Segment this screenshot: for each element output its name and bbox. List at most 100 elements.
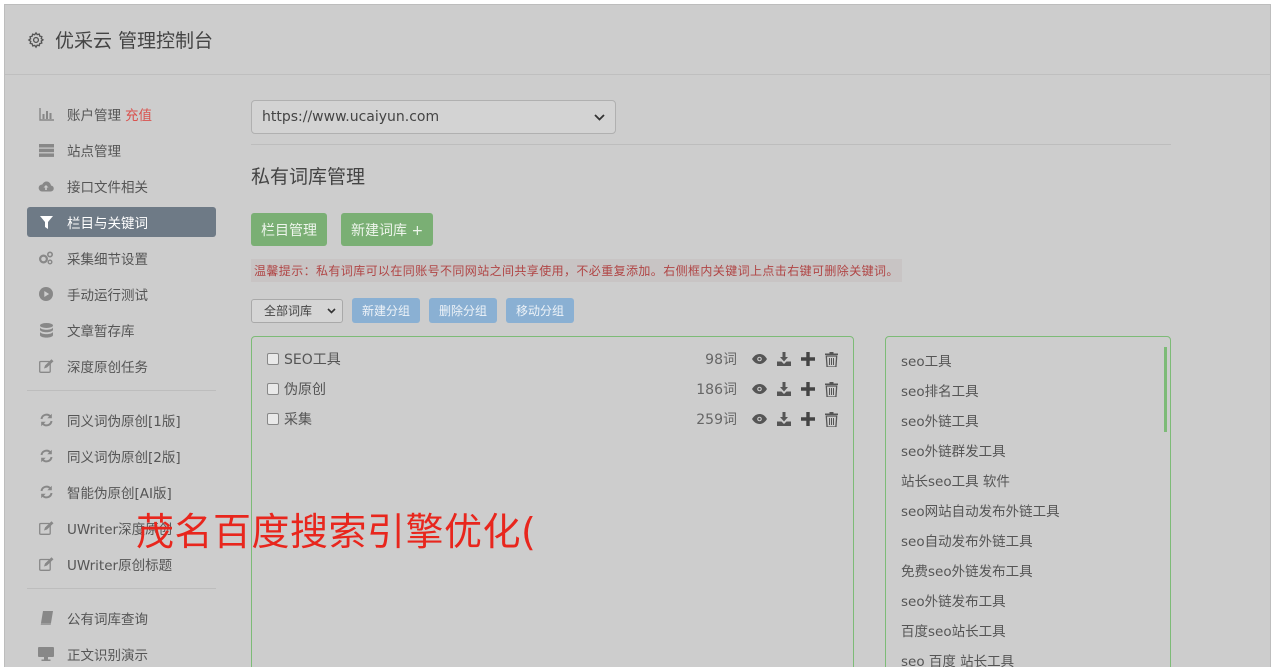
cloud-upload-icon <box>38 178 54 194</box>
app-frame: 优采云 管理控制台 账户管理 充值 站点管理 接口文件相关 栏目与关键词 采集细… <box>4 4 1271 667</box>
trash-icon[interactable] <box>824 411 839 427</box>
library-checkbox[interactable] <box>267 413 279 425</box>
sidebar-divider <box>27 390 216 391</box>
keyword-item[interactable]: seo自动发布外链工具 <box>901 531 1060 561</box>
sidebar-item-label: 同义词伪原创[1版] <box>67 414 181 430</box>
keyword-item[interactable]: 站长seo工具 软件 <box>901 471 1060 501</box>
eye-icon[interactable] <box>752 382 767 397</box>
download-icon[interactable] <box>776 382 791 397</box>
edit-icon <box>38 358 54 374</box>
keyword-list-panel: seo工具 seo排名工具 seo外链工具 seo外链群发工具 站长seo工具 … <box>885 336 1171 667</box>
new-library-button[interactable]: 新建词库 + <box>341 213 434 246</box>
sidebar-item-synonym-v1[interactable]: 同义词伪原创[1版] <box>27 405 216 435</box>
sidebar-item-interface-files[interactable]: 接口文件相关 <box>27 171 216 201</box>
library-row[interactable]: 伪原创 186词 <box>267 379 839 399</box>
tip-text: 温馨提示：私有词库可以在同账号不同网站之间共享使用，不必重复添加。右侧框内关键词… <box>251 259 902 282</box>
group-toolbar: 全部词库 新建分组 删除分组 移动分组 <box>251 298 1171 323</box>
library-group-select-value: 全部词库 <box>264 304 313 318</box>
server-icon <box>38 142 54 158</box>
plus-icon[interactable] <box>800 412 815 427</box>
sidebar-item-text-recognition[interactable]: 正文识别演示 <box>27 639 216 667</box>
refresh-icon <box>38 448 54 464</box>
column-manage-button[interactable]: 栏目管理 <box>251 213 327 246</box>
keyword-item[interactable]: seo 百度 站长工具 <box>901 651 1060 667</box>
cogs-icon <box>38 250 54 266</box>
sidebar-item-synonym-v2[interactable]: 同义词伪原创[2版] <box>27 441 216 471</box>
keyword-item[interactable]: seo网站自动发布外链工具 <box>901 501 1060 531</box>
library-group-select[interactable]: 全部词库 <box>251 298 343 323</box>
sidebar-item-label: 文章暂存库 <box>67 324 135 340</box>
keyword-item[interactable]: seo外链群发工具 <box>901 441 1060 471</box>
site-select-value: https://www.ucaiyun.com <box>262 109 440 125</box>
sidebar-item-label: 采集细节设置 <box>67 252 148 268</box>
sidebar-item-label: 手动运行测试 <box>67 288 148 304</box>
move-group-button[interactable]: 移动分组 <box>506 298 575 323</box>
sidebar-item-label: 栏目与关键词 <box>67 216 148 232</box>
sidebar-item-deep-original[interactable]: 深度原创任务 <box>27 351 216 381</box>
play-circle-icon <box>38 286 54 302</box>
sidebar-item-label: 公有词库查询 <box>67 612 148 628</box>
sidebar: 账户管理 充值 站点管理 接口文件相关 栏目与关键词 采集细节设置 手动运行测试… <box>27 99 216 667</box>
new-group-button[interactable]: 新建分组 <box>352 298 421 323</box>
library-count: 259词 <box>696 412 737 428</box>
trash-icon[interactable] <box>824 351 839 367</box>
top-header: 优采云 管理控制台 <box>5 5 1270 75</box>
keyword-item[interactable]: 百度seo站长工具 <box>901 621 1060 651</box>
plus-icon[interactable] <box>800 382 815 397</box>
site-select[interactable]: https://www.ucaiyun.com <box>251 100 616 134</box>
sidebar-item-collect-settings[interactable]: 采集细节设置 <box>27 243 216 273</box>
chevron-down-icon <box>327 307 336 314</box>
eye-icon[interactable] <box>752 412 767 427</box>
sidebar-item-manual-test[interactable]: 手动运行测试 <box>27 279 216 309</box>
sidebar-item-account[interactable]: 账户管理 充值 <box>27 99 216 129</box>
library-row[interactable]: 采集 259词 <box>267 409 839 429</box>
plus-icon[interactable] <box>800 352 815 367</box>
sidebar-item-label: 同义词伪原创[2版] <box>67 450 181 466</box>
page-title: 私有词库管理 <box>251 166 366 188</box>
refresh-icon <box>38 412 54 428</box>
sidebar-item-columns-keywords[interactable]: 栏目与关键词 <box>27 207 216 237</box>
keyword-item[interactable]: seo外链发布工具 <box>901 591 1060 621</box>
delete-group-button[interactable]: 删除分组 <box>429 298 498 323</box>
download-icon[interactable] <box>776 352 791 367</box>
sidebar-item-label: 账户管理 <box>67 108 121 124</box>
sidebar-item-public-library[interactable]: 公有词库查询 <box>27 603 216 633</box>
sidebar-item-label: 深度原创任务 <box>67 360 148 376</box>
library-checkbox[interactable] <box>267 353 279 365</box>
action-buttons: 栏目管理 新建词库 + <box>251 213 1171 246</box>
download-icon[interactable] <box>776 412 791 427</box>
keyword-item[interactable]: seo外链工具 <box>901 411 1060 441</box>
trash-icon[interactable] <box>824 381 839 397</box>
app-title: 优采云 管理控制台 <box>55 30 214 52</box>
overlay-caption: 茂名百度搜索引擎优化( <box>136 510 537 554</box>
keyword-list: seo工具 seo排名工具 seo外链工具 seo外链群发工具 站长seo工具 … <box>901 351 1060 667</box>
refresh-icon <box>38 484 54 500</box>
library-row[interactable]: SEO工具 98词 <box>267 349 839 369</box>
main-content: https://www.ucaiyun.com 私有词库管理 栏目管理 新建词库… <box>251 100 1171 323</box>
database-icon <box>38 322 54 338</box>
library-name: 伪原创 <box>284 382 326 398</box>
book-icon <box>38 610 54 626</box>
library-count: 98词 <box>705 352 737 368</box>
gear-icon <box>27 31 45 48</box>
keyword-item[interactable]: 免费seo外链发布工具 <box>901 561 1060 591</box>
library-checkbox[interactable] <box>267 383 279 395</box>
keyword-item[interactable]: seo工具 <box>901 351 1060 381</box>
sidebar-item-label: 正文识别演示 <box>67 648 148 664</box>
sidebar-item-label: UWriter原创标题 <box>67 558 173 574</box>
edit-icon <box>38 556 54 572</box>
library-name: 采集 <box>284 412 312 428</box>
eye-icon[interactable] <box>752 352 767 367</box>
keyword-item[interactable]: seo排名工具 <box>901 381 1060 411</box>
sidebar-item-label: 站点管理 <box>67 144 121 160</box>
sidebar-item-article-store[interactable]: 文章暂存库 <box>27 315 216 345</box>
sidebar-item-label: 接口文件相关 <box>67 180 148 196</box>
library-name: SEO工具 <box>284 352 341 368</box>
sidebar-item-sites[interactable]: 站点管理 <box>27 135 216 165</box>
keyword-scrollbar[interactable] <box>1164 347 1167 432</box>
filter-icon <box>38 214 54 230</box>
recharge-link[interactable]: 充值 <box>125 104 152 124</box>
sidebar-item-label: 智能伪原创[AI版] <box>67 486 172 502</box>
sidebar-divider <box>27 588 216 589</box>
library-count: 186词 <box>696 382 737 398</box>
